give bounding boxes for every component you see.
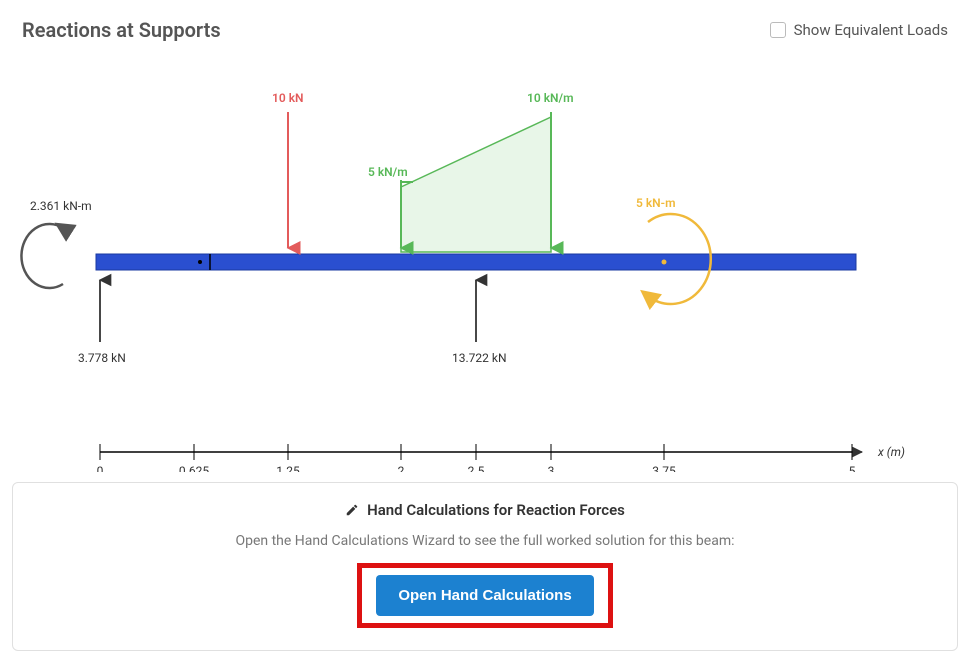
dist-load-end-label: 10 kN/m — [527, 91, 574, 105]
axis-tick-0: 0 — [97, 464, 104, 472]
reaction-b-label: 13.722 kN — [452, 351, 507, 365]
hand-calc-card: Hand Calculations for Reaction Forces Op… — [12, 482, 958, 651]
point-load-label: 10 kN — [272, 91, 304, 105]
beam-diagram: 10 kN 5 kN/m 10 kN/m 5 kN-m 2.361 kN-m 3… — [0, 52, 970, 472]
reaction-moment-label: 2.361 kN-m — [30, 199, 92, 213]
applied-moment: 5 kN-m — [636, 196, 711, 304]
reaction-moment: 2.361 kN-m — [21, 199, 91, 288]
show-equivalent-loads-checkbox[interactable]: Show Equivalent Loads — [770, 21, 948, 39]
axis-tick-4: 2.5 — [468, 464, 485, 472]
button-highlight-box: Open Hand Calculations — [357, 563, 612, 628]
page-title: Reactions at Supports — [22, 18, 221, 42]
card-subtitle: Open the Hand Calculations Wizard to see… — [33, 533, 937, 549]
distributed-load: 5 kN/m 10 kN/m — [368, 91, 574, 252]
checkbox-label: Show Equivalent Loads — [794, 21, 948, 39]
open-hand-calculations-button[interactable]: Open Hand Calculations — [376, 575, 593, 616]
axis-tick-1: 0.625 — [179, 464, 209, 472]
axis-tick-7: 5 — [849, 464, 856, 472]
axis-tick-3: 2 — [398, 464, 405, 472]
checkbox-icon — [770, 22, 786, 38]
pencil-icon — [345, 503, 359, 517]
dist-load-start-label: 5 kN/m — [368, 165, 408, 179]
axis-tick-2: 1.25 — [276, 464, 300, 472]
axis-label: x (m) — [877, 445, 905, 459]
applied-moment-label: 5 kN-m — [636, 196, 676, 210]
x-axis: x (m) 0 0.625 1.25 2 2.5 3 3.75 5 — [97, 444, 905, 472]
reaction-a-label: 3.778 kN — [78, 351, 126, 365]
axis-tick-6: 3.75 — [652, 464, 676, 472]
card-title: Hand Calculations for Reaction Forces — [367, 501, 625, 519]
axis-tick-5: 3 — [548, 464, 555, 472]
